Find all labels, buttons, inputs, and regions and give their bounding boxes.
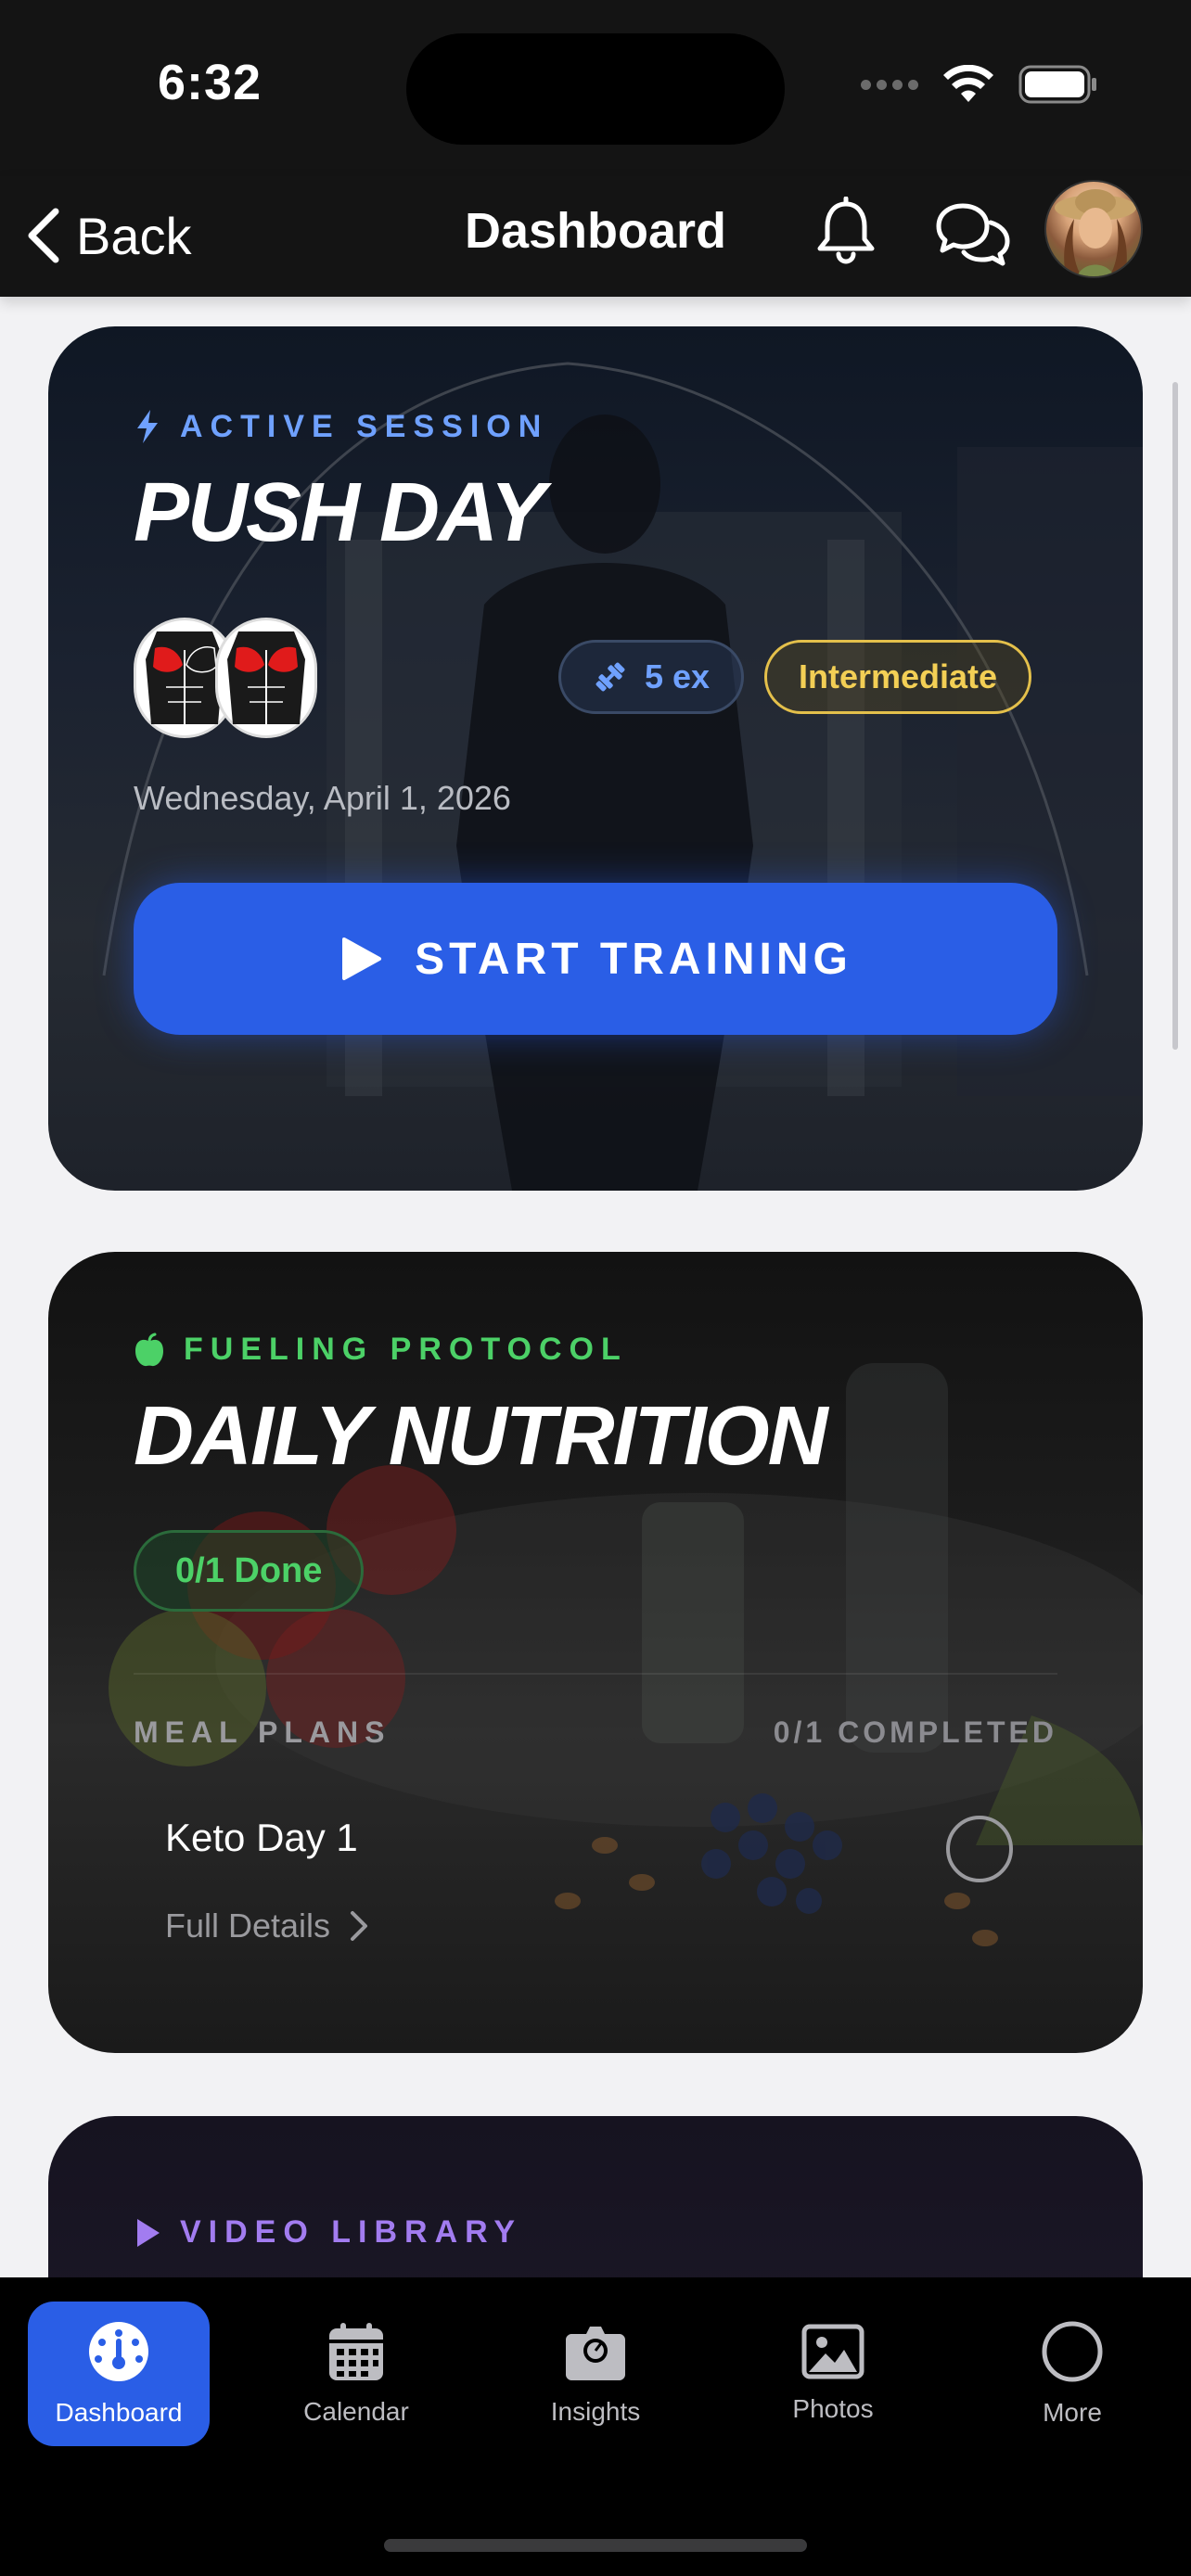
more-circle-icon — [1042, 2321, 1103, 2382]
meal-complete-checkbox[interactable] — [946, 1816, 1013, 1882]
tab-calendar-label: Calendar — [303, 2397, 409, 2426]
profile-avatar[interactable] — [1044, 180, 1143, 278]
meal-plans-label: MEAL PLANS — [134, 1715, 391, 1749]
daily-nutrition-card[interactable]: FUELING PROTOCOL DAILY NUTRITION 0/1 Don… — [48, 1252, 1143, 2053]
home-indicator[interactable] — [384, 2539, 807, 2552]
session-eyebrow-label: ACTIVE SESSION — [180, 408, 549, 444]
full-details-label: Full Details — [165, 1906, 331, 1945]
avatar-image — [1055, 189, 1136, 276]
nutrition-title: DAILY NUTRITION — [134, 1390, 828, 1483]
nutrition-eyebrow-label: FUELING PROTOCOL — [184, 1332, 628, 1367]
nutrition-progress-badge: 0/1 Done — [134, 1530, 365, 1612]
play-icon — [342, 937, 382, 980]
status-time: 6:32 — [158, 55, 263, 110]
target-muscles — [134, 618, 317, 738]
tab-dashboard[interactable]: Dashboard — [28, 2302, 210, 2446]
tab-insights[interactable]: Insights — [505, 2302, 686, 2446]
messages-icon[interactable] — [931, 198, 1013, 271]
exercise-count-badge: 5 ex — [558, 640, 745, 714]
chevron-right-icon — [351, 1911, 368, 1941]
lightning-bolt-icon — [137, 410, 158, 443]
cellular-signal-icon — [861, 79, 918, 90]
start-training-button[interactable]: START TRAINING — [134, 883, 1057, 1035]
bottom-tab-bar: Dashboard Calendar Insights Photos More — [0, 2277, 1191, 2576]
wifi-icon — [943, 65, 993, 102]
shoulders-muscle-icon — [215, 618, 317, 738]
app-header: Back Dashboard — [0, 176, 1191, 297]
scrollbar[interactable] — [1172, 382, 1178, 1050]
dumbbell-icon — [596, 662, 625, 692]
tab-photos-label: Photos — [792, 2394, 874, 2423]
session-eyebrow: ACTIVE SESSION — [134, 408, 548, 445]
tab-calendar[interactable]: Calendar — [265, 2302, 447, 2446]
active-session-card[interactable]: ACTIVE SESSION PUSH DAY 5 ex Intermediat… — [48, 326, 1143, 1191]
calendar-icon — [329, 2323, 383, 2380]
tab-dashboard-label: Dashboard — [55, 2398, 183, 2427]
play-icon — [137, 2218, 160, 2247]
workout-date: Wednesday, April 1, 2026 — [134, 779, 511, 817]
start-training-label: START TRAINING — [415, 934, 852, 984]
meal-plans-count: 0/1 COMPLETED — [773, 1715, 1057, 1749]
tab-insights-label: Insights — [550, 2397, 641, 2426]
photos-icon — [801, 2324, 864, 2379]
apple-icon — [135, 1333, 163, 1366]
tab-more[interactable]: More — [981, 2302, 1163, 2446]
divider — [134, 1673, 1057, 1675]
difficulty-badge: Intermediate — [764, 640, 1032, 714]
notifications-bell-icon[interactable] — [813, 197, 879, 267]
video-eyebrow-label: VIDEO LIBRARY — [180, 2214, 523, 2250]
meal-plan-name[interactable]: Keto Day 1 — [165, 1816, 358, 1860]
workout-title: PUSH DAY — [134, 466, 545, 559]
status-bar: 6:32 — [0, 0, 1191, 176]
tab-more-label: More — [1043, 2398, 1102, 2427]
exercise-count-label: 5 ex — [645, 657, 711, 695]
tab-photos[interactable]: Photos — [742, 2302, 924, 2446]
workout-background-image — [102, 362, 1143, 1191]
dashboard-gauge-icon — [89, 2322, 148, 2381]
status-icons — [861, 65, 1098, 104]
video-eyebrow: VIDEO LIBRARY — [134, 2214, 522, 2251]
nutrition-eyebrow: FUELING PROTOCOL — [134, 1332, 628, 1368]
insights-icon — [566, 2327, 625, 2380]
battery-icon — [1018, 65, 1096, 104]
dynamic-island — [406, 33, 785, 145]
full-details-link[interactable]: Full Details — [165, 1906, 369, 1945]
